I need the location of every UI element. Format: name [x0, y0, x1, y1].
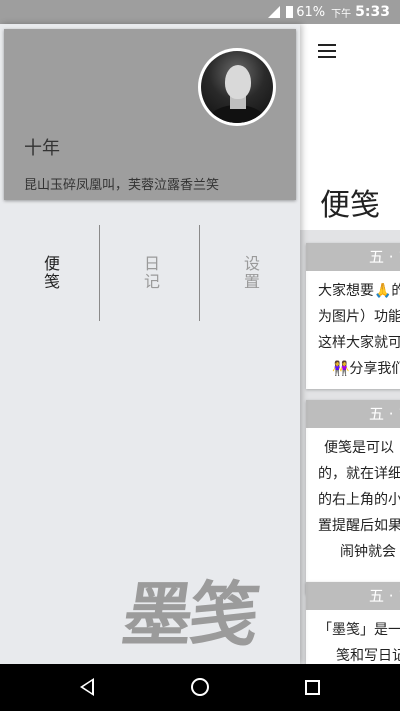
- nav-item-settings[interactable]: 设置: [200, 225, 300, 321]
- page-title: 便笺: [320, 188, 380, 223]
- note-card[interactable]: 五 · 1 「墨笺」是一 笺和写日记: [306, 582, 400, 664]
- note-line: 置提醒后如果: [318, 518, 400, 534]
- note-line: 为图片）功能: [318, 309, 400, 325]
- note-line: 闹钟就会: [340, 544, 396, 560]
- avatar[interactable]: [198, 48, 276, 126]
- note-line: 的，就在详细: [318, 466, 400, 482]
- nav-item-label: 便笺: [41, 255, 60, 291]
- navigation-drawer: 十年 昆山玉碎凤凰叫，芙蓉泣露香兰笑 便笺 日记 设置 墨笺: [0, 24, 300, 664]
- nav-item-label: 日记: [141, 255, 160, 291]
- nav-item-diary[interactable]: 日记: [100, 225, 200, 321]
- nav-item-notes[interactable]: 便笺: [0, 225, 100, 321]
- note-card-date: 五 · 1: [306, 243, 400, 271]
- note-line: 便笺是可以: [324, 440, 394, 456]
- avatar-image: [201, 51, 273, 123]
- recent-apps-icon[interactable]: [305, 680, 320, 695]
- app-logo: 墨笺: [117, 573, 262, 656]
- note-line: 笺和写日记: [336, 648, 400, 664]
- battery-icon: [286, 6, 294, 18]
- battery-level: 61%: [296, 4, 326, 20]
- system-nav-bar: [0, 664, 400, 711]
- app-header: 便笺: [300, 24, 400, 230]
- back-icon[interactable]: [80, 678, 94, 696]
- note-card-content: 「墨笺」是一 笺和写日记: [306, 610, 400, 664]
- note-card-date: 五 · 1: [306, 400, 400, 428]
- profile-name: 十年: [24, 138, 60, 159]
- note-card-date: 五 · 1: [306, 582, 400, 610]
- note-card-content: 便笺是可以 的，就在详细 的右上角的小 置提醒后如果 闹钟就会: [306, 428, 400, 564]
- note-line: 👭分享我们: [332, 361, 400, 377]
- drawer-nav: 便笺 日记 设置: [0, 225, 300, 321]
- menu-icon[interactable]: [318, 44, 336, 58]
- note-card[interactable]: 五 · 1 便笺是可以 的，就在详细 的右上角的小 置提醒后如果 闹钟就会: [306, 400, 400, 594]
- profile-motto: 昆山玉碎凤凰叫，芙蓉泣露香兰笑: [24, 178, 220, 193]
- note-line: 大家想要🙏的: [318, 283, 400, 299]
- signal-icon: [268, 6, 281, 18]
- note-line: 「墨笺」是一: [318, 622, 400, 638]
- drawer-header: 十年 昆山玉碎凤凰叫，芙蓉泣露香兰笑: [4, 29, 296, 200]
- note-card-content: 大家想要🙏的 为图片）功能 这样大家就可 👭分享我们: [306, 271, 400, 381]
- nav-item-label: 设置: [241, 255, 260, 291]
- note-line: 的右上角的小: [318, 492, 400, 508]
- note-line: 这样大家就可: [318, 335, 400, 351]
- home-icon[interactable]: [191, 678, 209, 696]
- notes-app: 便笺 五 · 1 大家想要🙏的 为图片）功能 这样大家就可 👭分享我们 五 · …: [300, 24, 400, 664]
- note-card[interactable]: 五 · 1 大家想要🙏的 为图片）功能 这样大家就可 👭分享我们: [306, 243, 400, 389]
- clock: 5:33: [355, 4, 390, 20]
- time-period: 下午: [331, 8, 352, 20]
- status-bar: 61% 下午 5:33: [0, 0, 400, 24]
